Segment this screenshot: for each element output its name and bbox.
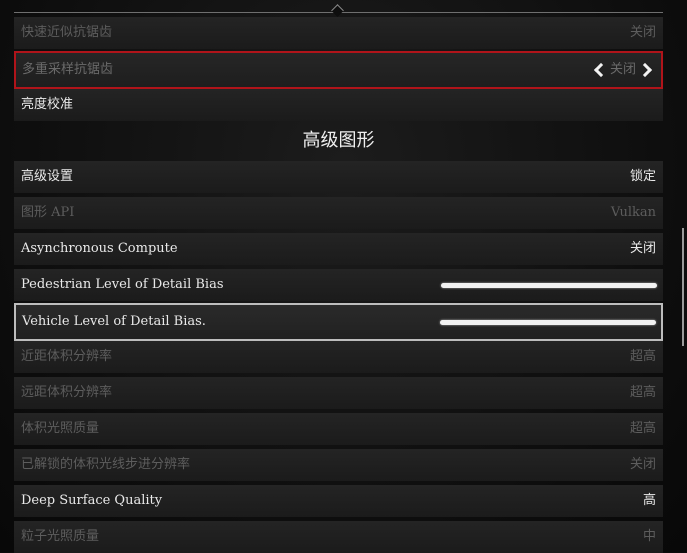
section-title: 高级图形 bbox=[302, 130, 375, 151]
setting-label: 图形 API bbox=[21, 205, 75, 220]
setting-row-advanced-settings[interactable]: 高级设置 锁定 bbox=[14, 161, 663, 193]
setting-label: Pedestrian Level of Detail Bias bbox=[21, 277, 224, 292]
setting-row-particle-lighting-quality[interactable]: 粒子光照质量 中 bbox=[14, 521, 663, 553]
setting-label: 粒子光照质量 bbox=[21, 529, 100, 544]
setting-label: Asynchronous Compute bbox=[21, 241, 178, 256]
setting-label: 多重采样抗锯齿 bbox=[22, 62, 114, 77]
setting-row-graphics-api[interactable]: 图形 API Vulkan bbox=[14, 197, 663, 229]
setting-value: 关闭 bbox=[609, 62, 636, 77]
setting-label: 亮度校准 bbox=[21, 97, 74, 112]
setting-row-brightness[interactable]: 亮度校准 bbox=[14, 89, 663, 121]
setting-label: Vehicle Level of Detail Bias. bbox=[22, 314, 206, 329]
setting-label: Deep Surface Quality bbox=[21, 493, 163, 508]
setting-value: 关闭 bbox=[629, 241, 656, 256]
settings-screen: 快速近似抗锯齿 关闭 多重采样抗锯齿 关闭 亮度校准 高级图形 高级设置 锁定 … bbox=[0, 0, 687, 553]
setting-row-pedestrian-lod[interactable]: Pedestrian Level of Detail Bias bbox=[14, 269, 663, 301]
setting-value: 中 bbox=[642, 529, 656, 544]
setting-label: 体积光照质量 bbox=[21, 421, 100, 436]
setting-label: 已解锁的体积光线步进分辨率 bbox=[21, 457, 191, 472]
pedestrian-lod-slider[interactable] bbox=[441, 283, 657, 288]
setting-value: 关闭 bbox=[629, 25, 656, 40]
setting-value-selector[interactable]: 关闭 bbox=[593, 53, 654, 87]
setting-value: 超高 bbox=[629, 385, 656, 400]
scrollbar[interactable] bbox=[682, 228, 684, 346]
setting-value: 超高 bbox=[629, 349, 656, 364]
setting-value: 锁定 bbox=[629, 169, 656, 184]
setting-value: 高 bbox=[642, 493, 656, 508]
vehicle-lod-slider[interactable] bbox=[440, 320, 656, 325]
setting-row-deep-surface-quality[interactable]: Deep Surface Quality 高 bbox=[14, 485, 663, 517]
setting-row-near-volumetric-resolution[interactable]: 近距体积分辨率 超高 bbox=[14, 341, 663, 373]
setting-row-fxaa[interactable]: 快速近似抗锯齿 关闭 bbox=[14, 17, 663, 49]
setting-label: 近距体积分辨率 bbox=[21, 349, 113, 364]
chevron-right-icon[interactable] bbox=[637, 62, 653, 78]
setting-label: 高级设置 bbox=[21, 169, 74, 184]
chevron-left-icon[interactable] bbox=[593, 62, 609, 78]
setting-row-vehicle-lod[interactable]: Vehicle Level of Detail Bias. bbox=[14, 303, 663, 341]
setting-label: 远距体积分辨率 bbox=[21, 385, 113, 400]
setting-value: 超高 bbox=[629, 421, 656, 436]
setting-label: 快速近似抗锯齿 bbox=[21, 25, 113, 40]
setting-value: Vulkan bbox=[610, 205, 656, 220]
setting-row-msaa[interactable]: 多重采样抗锯齿 关闭 bbox=[14, 51, 663, 89]
setting-row-unlocked-volumetric-raymarch[interactable]: 已解锁的体积光线步进分辨率 关闭 bbox=[14, 449, 663, 481]
setting-row-volumetric-lighting-quality[interactable]: 体积光照质量 超高 bbox=[14, 413, 663, 445]
setting-row-async-compute[interactable]: Asynchronous Compute 关闭 bbox=[14, 233, 663, 265]
setting-value: 关闭 bbox=[629, 457, 656, 472]
scroll-up-indicator-icon bbox=[331, 4, 344, 17]
setting-row-far-volumetric-resolution[interactable]: 远距体积分辨率 超高 bbox=[14, 377, 663, 409]
